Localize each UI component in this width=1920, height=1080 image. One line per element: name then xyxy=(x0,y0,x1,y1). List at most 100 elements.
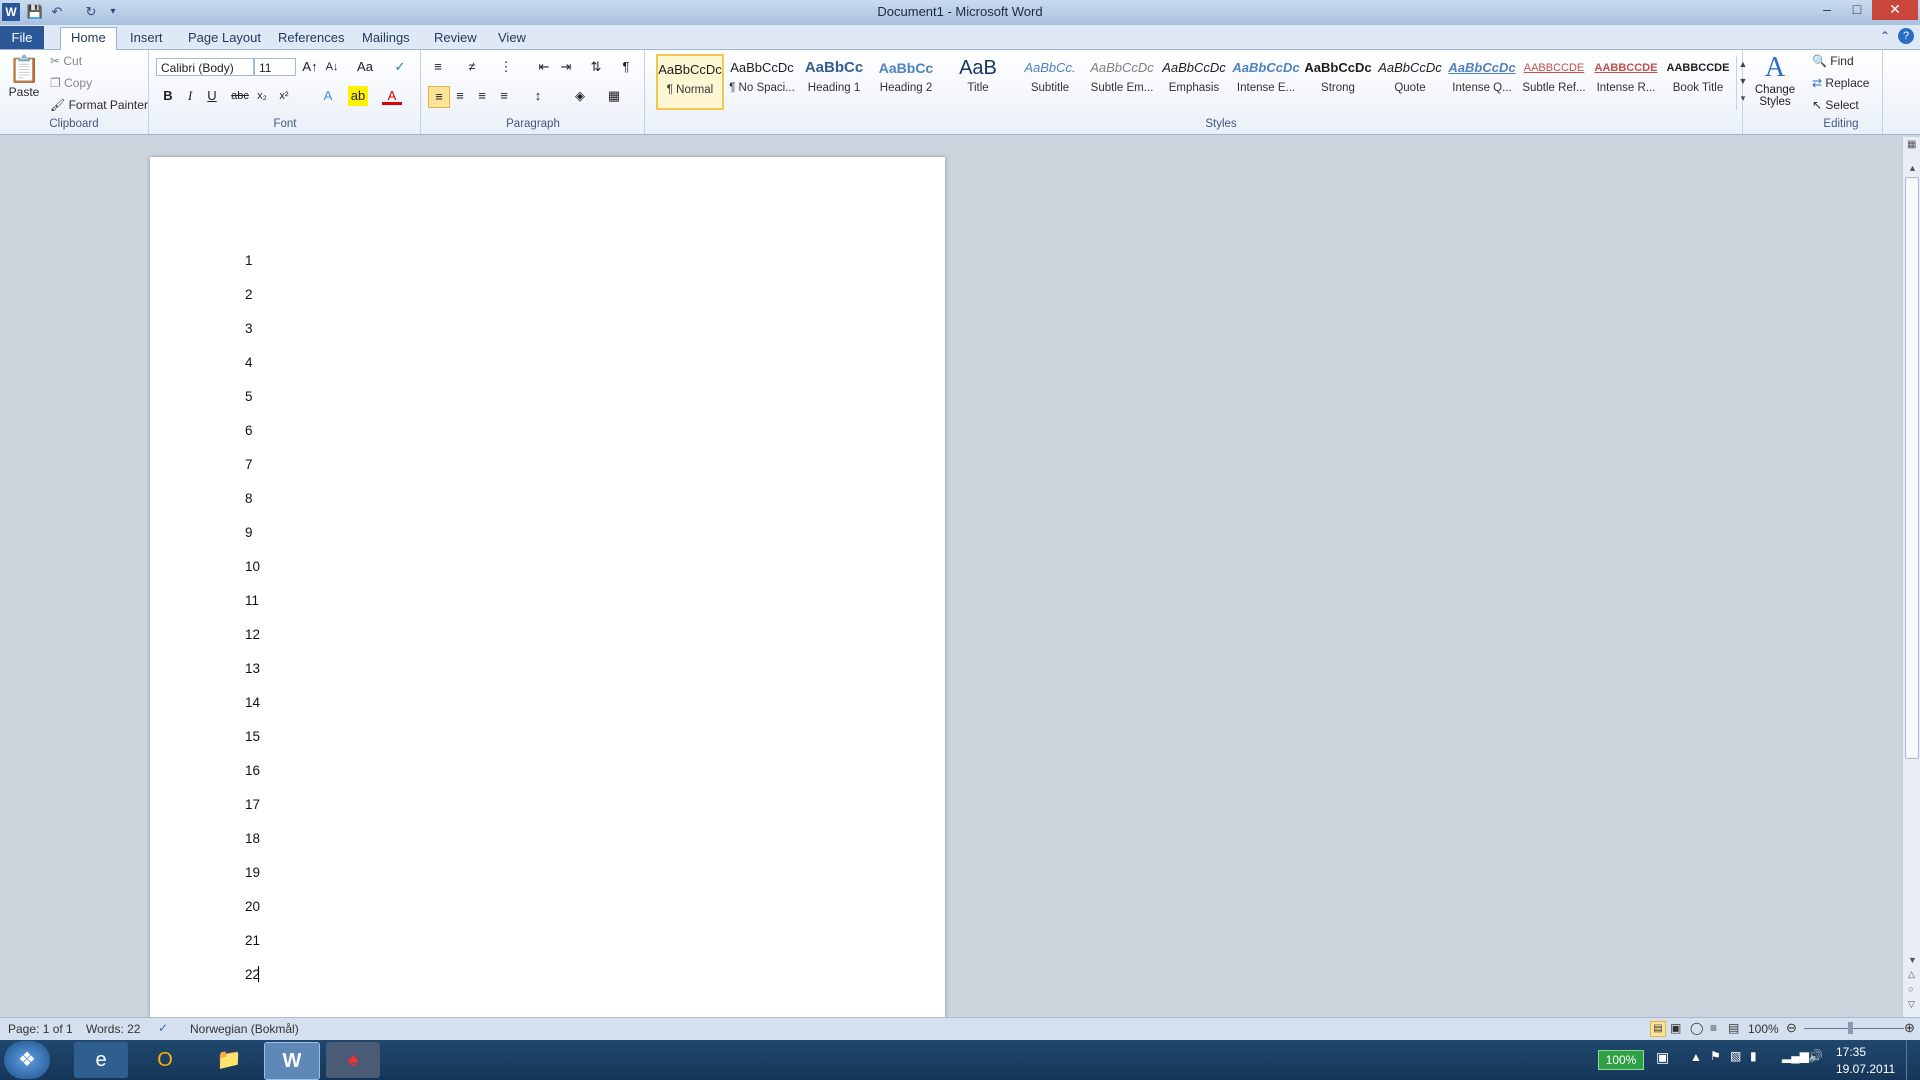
replace-button[interactable]: ⇄ Replace xyxy=(1812,76,1869,90)
scroll-thumb[interactable] xyxy=(1905,177,1919,759)
select-button[interactable]: ↖ Select xyxy=(1812,98,1859,112)
full-screen-reading-icon[interactable]: ▣ xyxy=(1670,1021,1681,1035)
next-page-icon[interactable]: ▽ xyxy=(1908,999,1915,1010)
change-case-button[interactable]: Aa xyxy=(352,57,378,77)
word-count[interactable]: Words: 22 xyxy=(86,1022,140,1036)
clock-date[interactable]: 19.07.2011 xyxy=(1836,1062,1895,1076)
word-taskbar-icon[interactable]: W xyxy=(264,1042,320,1080)
internet-explorer-icon[interactable]: e xyxy=(74,1042,128,1078)
line-spacing-icon[interactable]: ↕ xyxy=(528,86,548,106)
document-line[interactable]: 14 xyxy=(245,695,260,710)
style-subtitle[interactable]: AaBbCc. Subtitle xyxy=(1016,54,1084,110)
font-color-icon[interactable]: A xyxy=(382,86,402,105)
style-title[interactable]: AaB Title xyxy=(944,54,1012,110)
clear-formatting-icon[interactable]: ✓ xyxy=(390,57,410,77)
bold-icon[interactable]: B xyxy=(158,86,178,106)
safely-remove-icon[interactable]: ▧ xyxy=(1730,1049,1741,1063)
document-line[interactable]: 7 xyxy=(245,457,253,472)
style-heading-2[interactable]: AaBbCc Heading 2 xyxy=(872,54,940,110)
paste-button[interactable]: 📋 Paste xyxy=(8,54,40,104)
align-right-icon[interactable]: ≡ xyxy=(472,86,492,106)
subscript-icon[interactable]: x₂ xyxy=(252,86,272,106)
tab-references[interactable]: References xyxy=(268,28,354,48)
document-line[interactable]: 3 xyxy=(245,321,253,336)
start-button[interactable]: ❖ xyxy=(4,1041,50,1079)
document-line[interactable]: 20 xyxy=(245,899,260,914)
align-left-icon[interactable]: ≡ xyxy=(428,86,450,108)
zoom-slider-track[interactable] xyxy=(1804,1028,1904,1029)
document-line[interactable]: 6 xyxy=(245,423,253,438)
document-line[interactable]: 12 xyxy=(245,627,260,642)
vertical-scrollbar[interactable]: ▦ ▲ ▼ △ ○ ▽ xyxy=(1902,137,1920,1017)
cut-button[interactable]: ✂ Cut xyxy=(50,54,82,68)
decrease-indent-icon[interactable]: ⇤ xyxy=(534,57,554,77)
style-book-title[interactable]: AABBCCDE Book Title xyxy=(1664,54,1732,110)
style-subtle-reference[interactable]: AABBCCDE Subtle Ref... xyxy=(1520,54,1588,110)
document-line[interactable]: 21 xyxy=(245,933,260,948)
font-name-combo[interactable]: Calibri (Body) xyxy=(156,58,254,76)
ruler-toggle-icon[interactable]: ▦ xyxy=(1907,139,1916,150)
show-desktop-button[interactable] xyxy=(1906,1040,1920,1080)
volume-icon[interactable]: 🔊 xyxy=(1808,1049,1823,1063)
close-button[interactable]: ✕ xyxy=(1872,0,1918,20)
display-icon[interactable]: ▣ xyxy=(1656,1049,1669,1066)
previous-page-icon[interactable]: △ xyxy=(1908,969,1915,980)
action-center-flag-icon[interactable]: ⚑ xyxy=(1710,1049,1721,1063)
show-hidden-icons-icon[interactable]: ▲ xyxy=(1690,1050,1702,1064)
maximize-button[interactable]: □ xyxy=(1842,0,1872,20)
tab-page-layout[interactable]: Page Layout xyxy=(178,28,271,48)
minimize-ribbon-icon[interactable]: ⌃ xyxy=(1880,29,1890,43)
language-indicator[interactable]: Norwegian (Bokmål) xyxy=(190,1022,299,1036)
numbering-icon[interactable]: ≠ xyxy=(462,57,482,77)
style-intense-emphasis[interactable]: AaBbCcDc Intense E... xyxy=(1232,54,1300,110)
document-line[interactable]: 18 xyxy=(245,831,260,846)
copy-button[interactable]: ❐ Copy xyxy=(50,76,92,90)
align-center-icon[interactable]: ≡ xyxy=(450,86,470,106)
style-heading-1[interactable]: AaBbCc Heading 1 xyxy=(800,54,868,110)
network-icon[interactable]: ▂▄▆ xyxy=(1782,1049,1809,1063)
browse-object-icon[interactable]: ○ xyxy=(1908,984,1913,994)
style-emphasis[interactable]: AaBbCcDc Emphasis xyxy=(1160,54,1228,110)
text-effects-icon[interactable]: A xyxy=(318,86,338,106)
document-page[interactable] xyxy=(150,157,945,1017)
scroll-up-icon[interactable]: ▲ xyxy=(1908,163,1917,173)
zoom-out-icon[interactable]: ⊖ xyxy=(1786,1020,1797,1036)
superscript-icon[interactable]: x² xyxy=(274,86,294,106)
document-line[interactable]: 9 xyxy=(245,525,253,540)
change-styles-button[interactable]: A Change Styles xyxy=(1752,52,1798,116)
help-icon[interactable]: ? xyxy=(1898,28,1914,44)
bullets-icon[interactable]: ≡ xyxy=(428,57,448,77)
battery-indicator[interactable]: 100% xyxy=(1598,1050,1644,1070)
outline-view-icon[interactable]: ≡ xyxy=(1710,1021,1717,1035)
document-line[interactable]: 17 xyxy=(245,797,260,812)
increase-indent-icon[interactable]: ⇥ xyxy=(556,57,576,77)
zoom-in-icon[interactable]: ⊕ xyxy=(1904,1020,1915,1036)
zoom-slider-thumb[interactable] xyxy=(1848,1022,1853,1034)
page-count[interactable]: Page: 1 of 1 xyxy=(8,1022,73,1036)
document-line[interactable]: 2 xyxy=(245,287,253,302)
document-line[interactable]: 1 xyxy=(245,253,253,268)
tab-insert[interactable]: Insert xyxy=(120,28,173,48)
italic-icon[interactable]: I xyxy=(180,86,200,106)
shrink-font-icon[interactable]: A↓ xyxy=(322,57,342,77)
document-line[interactable]: 8 xyxy=(245,491,253,506)
multilevel-list-icon[interactable]: ⋮ xyxy=(496,57,516,77)
style-intense-reference[interactable]: AABBCCDE Intense R... xyxy=(1592,54,1660,110)
tab-review[interactable]: Review xyxy=(424,28,487,48)
font-size-combo[interactable]: 11 xyxy=(254,58,296,76)
shading-icon[interactable]: ◈ xyxy=(570,86,590,106)
outlook-icon[interactable]: O xyxy=(138,1042,192,1078)
document-line[interactable]: 10 xyxy=(245,559,260,574)
scroll-down-icon[interactable]: ▼ xyxy=(1908,955,1917,965)
document-line[interactable]: 11 xyxy=(245,593,259,608)
proofing-icon[interactable]: ✓ xyxy=(158,1021,168,1035)
explorer-folder-icon[interactable]: 📁 xyxy=(202,1042,256,1078)
format-painter-button[interactable]: 🖌 Format Painter xyxy=(50,98,148,112)
show-formatting-icon[interactable]: ¶ xyxy=(616,57,636,77)
strikethrough-icon[interactable]: abc xyxy=(230,86,250,106)
power-icon[interactable]: ▮ xyxy=(1750,1049,1757,1063)
document-line[interactable]: 19 xyxy=(245,865,260,880)
document-line[interactable]: 13 xyxy=(245,661,260,676)
document-line[interactable]: 16 xyxy=(245,763,260,778)
document-line[interactable]: 4 xyxy=(245,355,253,370)
